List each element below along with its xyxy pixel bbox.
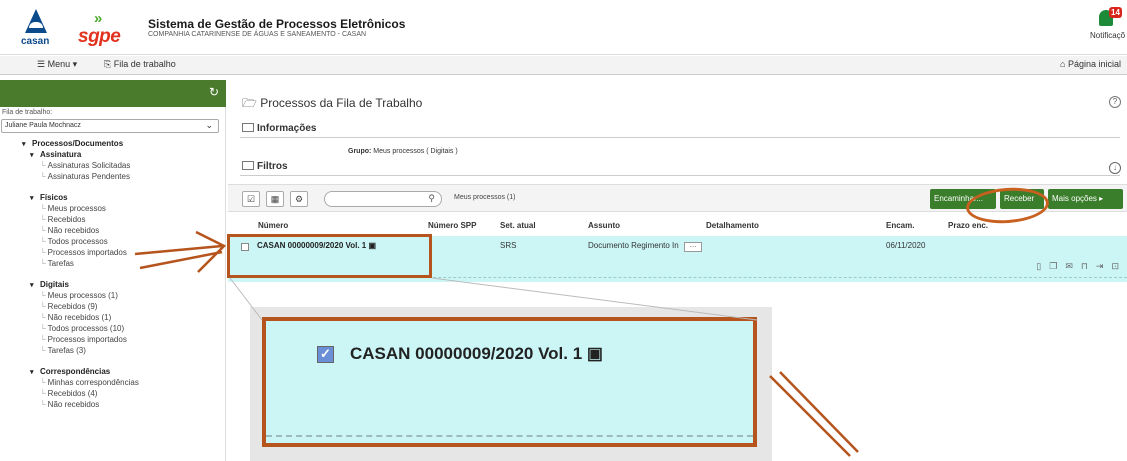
- zoom-connector-left: [229, 277, 263, 321]
- zoom-connector-right: [431, 277, 758, 321]
- annotation-arrows: [134, 230, 859, 457]
- arrow-to-zoom: [769, 371, 859, 457]
- arrow-to-row: [134, 230, 227, 273]
